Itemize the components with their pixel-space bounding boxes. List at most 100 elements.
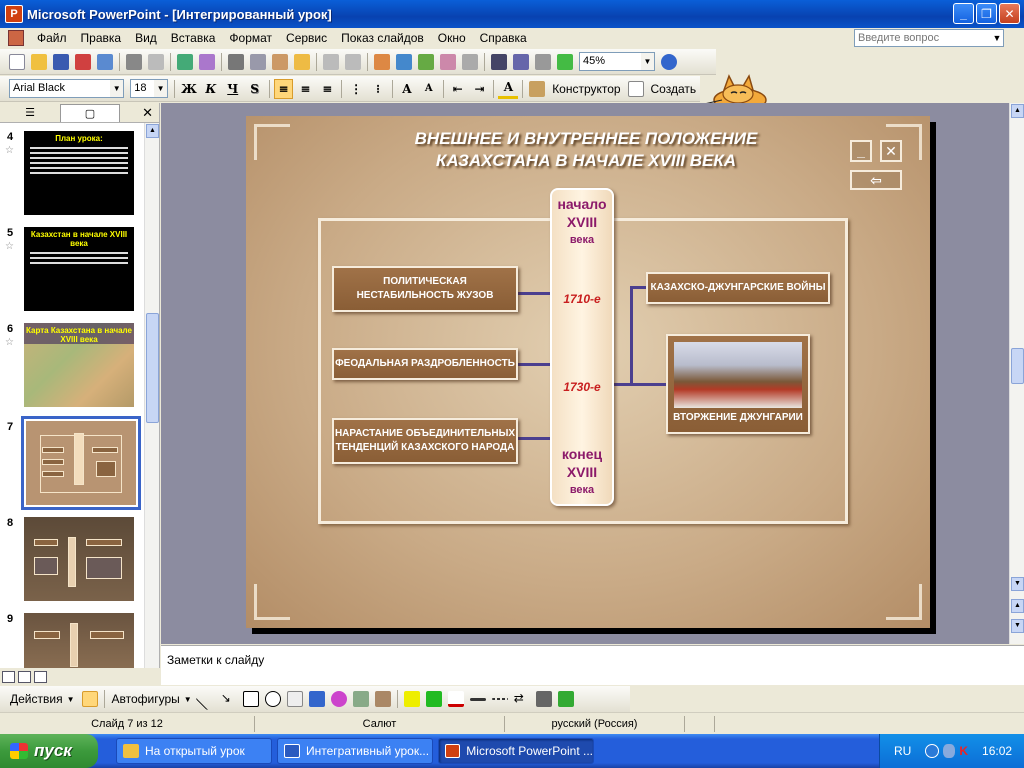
box-political-instability[interactable]: ПОЛИТИЧЕСКАЯ НЕСТАБИЛЬНОСТЬ ЖУЗОВ [332,266,518,312]
chevron-down-icon[interactable]: ▼ [641,53,654,70]
slide-sorter-icon[interactable] [18,670,31,683]
align-right-button[interactable]: ≡ [317,79,337,99]
slideshow-icon[interactable] [34,670,47,683]
close-icon[interactable]: ✕ [142,105,153,121]
tab-slides[interactable]: ▢ [60,103,120,122]
font-color-button[interactable]: A [498,79,519,99]
line-icon[interactable] [195,687,219,711]
chevron-down-icon[interactable]: ▼ [67,695,75,704]
font-size-select[interactable]: 18 ▼ [130,79,169,98]
save-icon[interactable] [53,53,69,70]
arrow-style-icon[interactable]: ⇄ [514,691,530,707]
actions-menu[interactable]: Действия [10,692,63,706]
underline-button[interactable]: Ч [223,79,243,99]
wordart-icon[interactable] [308,691,325,707]
menu-window[interactable]: Окно [431,31,473,45]
research-icon[interactable] [199,53,215,70]
tab-outline[interactable]: ☰ [0,104,60,122]
chevron-down-icon[interactable]: ▼ [110,80,124,97]
insert-table-icon[interactable] [396,53,412,70]
menu-insert[interactable]: Вставка [164,31,223,45]
help-question-input[interactable]: Введите вопрос ▼ [854,29,1004,47]
scroll-thumb[interactable] [1011,348,1024,384]
email-icon[interactable] [97,53,113,70]
shadow-button[interactable]: S [245,79,265,99]
autoshapes-menu[interactable]: Автофигуры [112,692,180,706]
grid-icon[interactable] [535,53,551,70]
select-pointer-icon[interactable] [81,691,98,707]
3d-style-icon[interactable] [557,691,574,707]
cut-icon[interactable] [228,53,244,70]
decrease-font-button[interactable]: A [419,79,439,99]
box-unification-tendencies[interactable]: НАРАСТАНИЕ ОБЪЕДИНИТЕЛЬНЫХ ТЕНДЕНЦИЙ КАЗ… [332,418,518,464]
scroll-up-icon[interactable]: ▲ [1011,104,1024,118]
chevron-down-icon[interactable]: ▼ [990,29,1004,47]
minimize-button[interactable]: _ [953,3,974,24]
show-formatting-icon[interactable] [513,53,529,70]
menu-edit[interactable]: Правка [74,31,129,45]
slide-title[interactable]: ВНЕШНЕЕ И ВНУТРЕННЕЕ ПОЛОЖЕНИЕ КАЗАХСТАН… [376,128,796,172]
current-slide[interactable]: ВНЕШНЕЕ И ВНУТРЕННЕЕ ПОЛОЖЕНИЕ КАЗАХСТАН… [246,116,930,628]
oval-icon[interactable] [264,691,281,707]
antivirus-icon[interactable]: K [959,744,968,758]
paste-icon[interactable] [272,53,288,70]
shadow-style-icon[interactable] [535,691,552,707]
menu-file[interactable]: Файл [30,31,74,45]
slides-scrollbar[interactable]: ▲ [144,123,159,668]
scroll-up-icon[interactable]: ▲ [146,124,159,138]
print-icon[interactable] [126,53,142,70]
language-indicator[interactable]: RU [894,744,911,758]
fill-color-icon[interactable] [403,691,420,707]
italic-button[interactable]: К [201,79,221,99]
tables-borders-icon[interactable] [418,53,434,70]
slide-minimize-button[interactable]: _ [850,140,872,162]
next-slide-icon[interactable]: ▼ [1011,619,1024,633]
font-color-icon[interactable] [447,691,464,707]
open-icon[interactable] [31,53,47,70]
undo-icon[interactable] [323,53,339,70]
task-powerpoint[interactable]: Microsoft PowerPoint ... [438,738,594,764]
redo-icon[interactable] [345,53,361,70]
print-preview-icon[interactable] [148,53,164,70]
increase-font-button[interactable]: A [397,79,417,99]
color-grayscale-icon[interactable] [557,53,573,70]
new-icon[interactable] [9,53,25,70]
timeline-bar[interactable]: начало XVIII века 1710-е 1730-е конец XV… [550,188,614,506]
bluetooth-icon[interactable] [943,744,956,758]
decrease-indent-button[interactable]: ⇤ [448,79,468,99]
notes-pane[interactable]: Заметки к слайду [161,645,1024,685]
slide-back-arrow-icon[interactable]: ⇦ [850,170,902,190]
menu-help[interactable]: Справка [473,31,534,45]
box-feudal-fragmentation[interactable]: ФЕОДАЛЬНАЯ РАЗДРОБЛЕННОСТЬ [332,348,518,380]
task-word[interactable]: Интегративный урок... [277,738,433,764]
menu-slideshow[interactable]: Показ слайдов [334,31,431,45]
textbox-icon[interactable] [286,691,303,707]
menu-tools[interactable]: Сервис [279,31,334,45]
diagram-icon[interactable] [330,691,347,707]
format-painter-icon[interactable] [294,53,310,70]
insert-diagram-icon[interactable] [440,53,456,70]
picture-box[interactable]: ВТОРЖЕНИЕ ДЖУНГАРИИ [666,334,810,434]
restore-button[interactable]: ❐ [976,3,997,24]
bold-button[interactable]: Ж [179,79,199,99]
scroll-down-icon[interactable]: ▼ [1011,577,1024,591]
align-center-button[interactable]: ≡ [295,79,315,99]
slide-scrollbar[interactable]: ▲ ▼ ▲ ▼ [1009,103,1024,644]
insert-chart-icon[interactable] [374,53,390,70]
spelling-icon[interactable] [177,53,193,70]
expand-all-icon[interactable] [491,53,507,70]
copy-icon[interactable] [250,53,266,70]
start-button[interactable]: пуск [0,734,98,768]
permission-icon[interactable] [75,53,91,70]
chevron-down-icon[interactable]: ▼ [154,80,168,97]
new-slide-button[interactable]: Создать [651,82,697,96]
design-button[interactable]: Конструктор [552,82,620,96]
line-color-icon[interactable] [425,691,442,707]
dash-style-icon[interactable] [491,698,508,700]
line-style-icon[interactable] [469,697,486,701]
hyperlink-icon[interactable] [462,53,478,70]
clipart-icon[interactable] [352,691,369,707]
bullets-button[interactable]: ⁝ [368,79,388,99]
back-arrow-icon[interactable] [925,744,940,758]
task-folder[interactable]: На открытый урок [116,738,272,764]
